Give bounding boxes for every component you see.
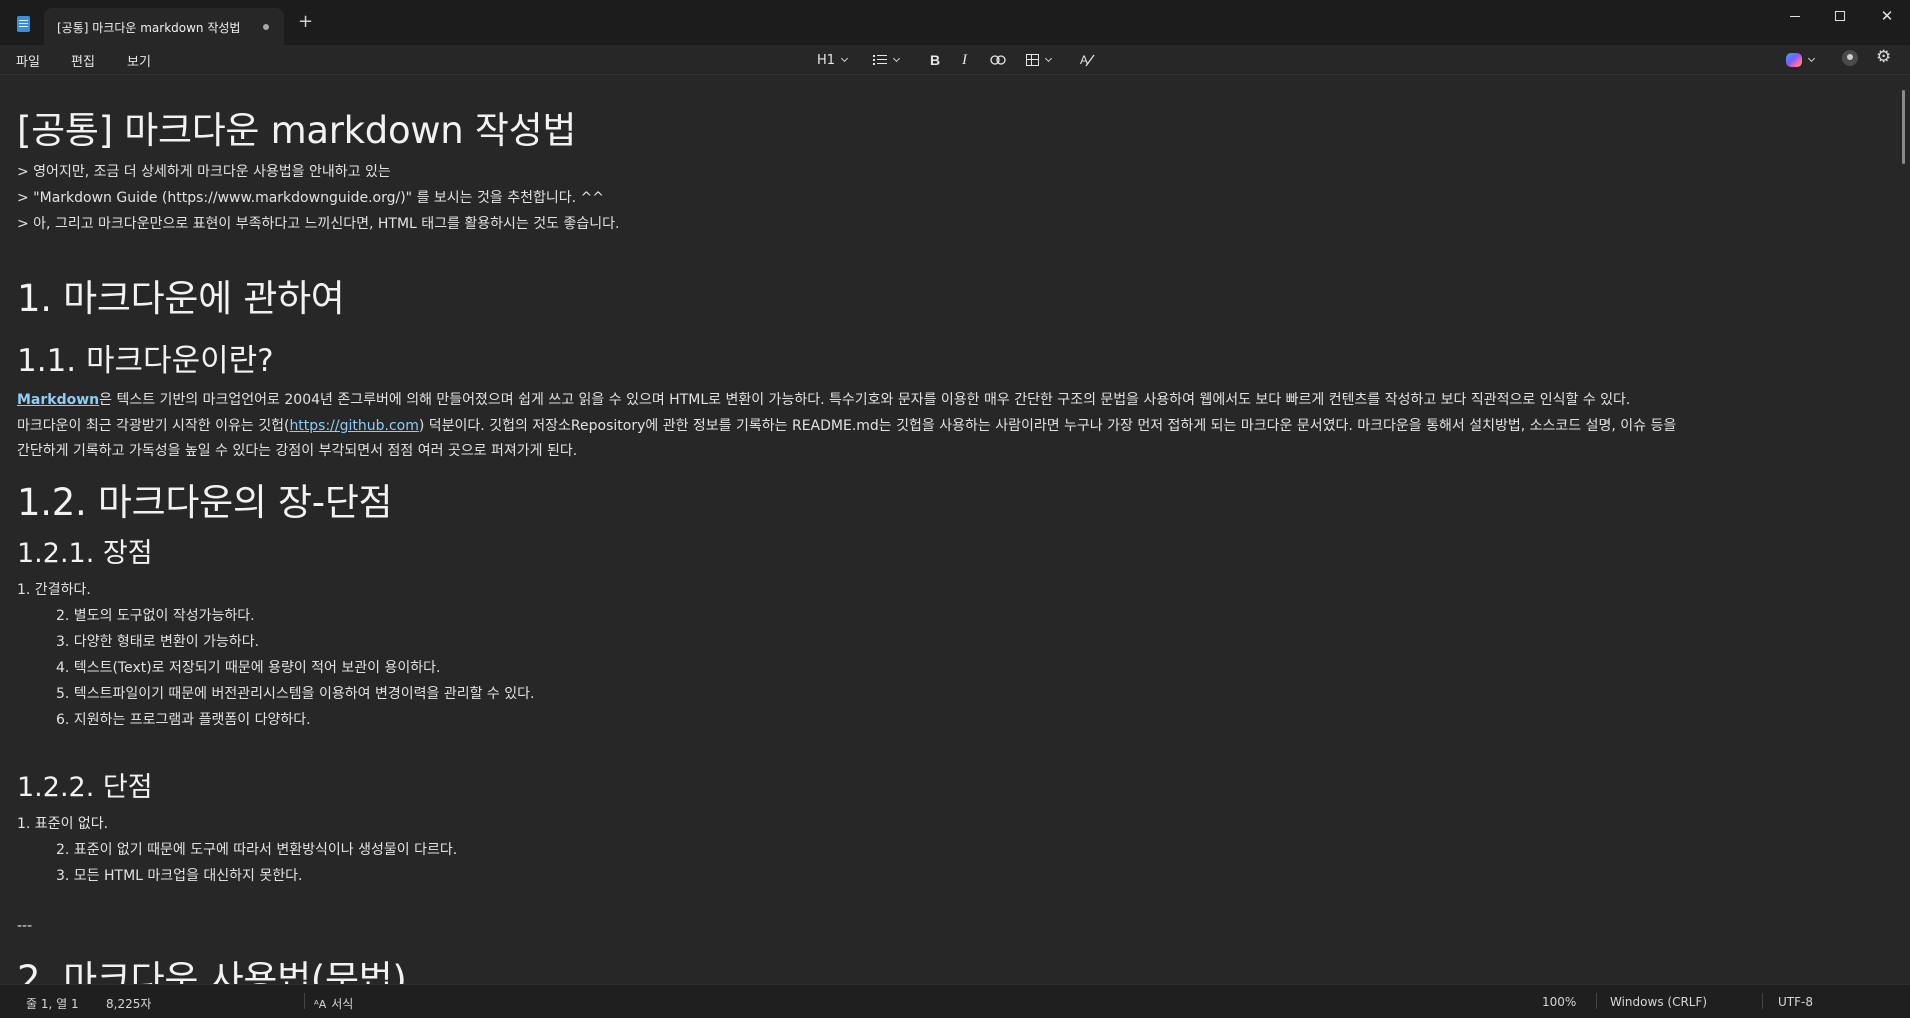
- menu-edit[interactable]: 편집: [71, 51, 95, 70]
- copilot-dropdown[interactable]: [1786, 50, 1816, 70]
- paragraph: 마크다운이 최근 각광받기 시작한 이유는 깃헙(https://github.…: [17, 415, 1676, 435]
- document-tab[interactable]: [공통] 마크다운 markdown 작성법: [44, 8, 284, 45]
- link-button[interactable]: [990, 50, 1006, 70]
- editor-area[interactable]: [공통] 마크다운 markdown 작성법 > 영어지만, 조금 더 상세하게…: [0, 76, 1898, 984]
- horizontal-rule-markdown: ---: [17, 918, 33, 934]
- heading-about: 1. 마크다운에 관하여: [17, 277, 345, 320]
- close-button[interactable]: ✕: [1864, 0, 1910, 32]
- document-title: [공통] 마크다운 markdown 작성법: [17, 109, 577, 152]
- list-item: 5. 텍스트파일이기 때문에 버전관리시스템을 이용하여 변경이력을 관리할 수…: [56, 686, 535, 702]
- new-tab-button[interactable]: +: [298, 13, 313, 31]
- list-item: 2. 표준이 없기 때문에 도구에 따라서 변환방식이나 생성물이 다르다.: [56, 842, 458, 858]
- table-icon: [1026, 54, 1039, 66]
- heading-usage: 2. 마크다운 사용법(문법): [17, 958, 407, 984]
- markdown-link[interactable]: Markdown: [17, 392, 99, 408]
- link-icon: [990, 55, 1006, 65]
- list-dropdown[interactable]: [873, 50, 901, 70]
- heading-pros: 1.2.1. 장점: [17, 538, 153, 569]
- list-item: 1. 표준이 없다.: [17, 816, 109, 832]
- paragraph-text: ) 덕분이다. 깃헙의 저장소Repository에 관한 정보를 기록하는 R…: [418, 418, 1677, 434]
- list-item: 3. 모든 HTML 마크업을 대신하지 못한다.: [56, 868, 303, 884]
- minimize-icon: [1790, 15, 1800, 17]
- gear-icon[interactable]: ⚙: [1876, 47, 1891, 67]
- github-link[interactable]: https://github.com: [289, 418, 418, 434]
- heading-cons: 1.2.2. 단점: [17, 772, 153, 803]
- copilot-icon: [1786, 53, 1802, 67]
- list-item: 3. 다양한 형태로 변환이 가능하다.: [56, 634, 260, 650]
- minimize-button[interactable]: [1772, 0, 1818, 32]
- bulleted-list-icon: [873, 55, 887, 65]
- chevron-down-icon: [841, 54, 849, 62]
- menu-file[interactable]: 파일: [16, 51, 40, 70]
- notepad-app-icon: [17, 16, 30, 32]
- blockquote-line: > 아, 그리고 마크다운만으로 표현이 부족하다고 느끼신다면, HTML 태…: [17, 216, 620, 232]
- menu-view[interactable]: 보기: [127, 51, 151, 70]
- italic-icon: I: [962, 51, 967, 68]
- format-icon: ᴬA: [314, 998, 327, 1011]
- maximize-button[interactable]: [1817, 0, 1863, 32]
- title-bar: [공통] 마크다운 markdown 작성법 + ✕: [0, 0, 1910, 45]
- chevron-down-icon: [1044, 54, 1053, 62]
- character-count: 8,225자: [106, 997, 152, 1011]
- bold-button[interactable]: B: [930, 50, 940, 70]
- clear-formatting-icon: A: [1080, 53, 1095, 67]
- format-toggle[interactable]: ᴬA 서식: [314, 995, 353, 1012]
- divider: [1762, 993, 1763, 1009]
- paragraph-text: 은 텍스트 기반의 마크업언어로 2004년 존그루버에 의해 만들어졌으며 쉽…: [99, 392, 1631, 408]
- heading-procon: 1.2. 마크다운의 장-단점: [17, 481, 393, 524]
- table-dropdown[interactable]: [1026, 50, 1053, 70]
- heading-dropdown[interactable]: H1: [817, 50, 849, 70]
- zoom-level[interactable]: 100%: [1542, 995, 1576, 1009]
- vertical-scrollbar[interactable]: [1898, 76, 1910, 984]
- maximize-icon: [1835, 11, 1845, 21]
- paragraph: 간단하게 기록하고 가독성을 높일 수 있다는 강점이 부각되면서 점점 여러 …: [17, 443, 578, 459]
- clear-formatting-button[interactable]: A: [1079, 50, 1095, 70]
- status-bar: 줄 1, 열 1 8,225자 ᴬA 서식 100% Windows (CRLF)…: [0, 984, 1910, 1018]
- paragraph-text: 마크다운이 최근 각광받기 시작한 이유는 깃헙(: [17, 418, 290, 434]
- blockquote-line: > "Markdown Guide (https://www.markdowng…: [17, 190, 604, 206]
- divider: [1596, 993, 1597, 1009]
- blockquote-line: > 영어지만, 조금 더 상세하게 마크다운 사용법을 안내하고 있는: [17, 164, 391, 180]
- chevron-down-icon: [1807, 54, 1816, 62]
- unsaved-dot-icon[interactable]: [263, 24, 269, 30]
- divider: [304, 993, 305, 1009]
- heading-what: 1.1. 마크다운이란?: [17, 343, 274, 379]
- chevron-down-icon: [892, 54, 901, 62]
- list-item: 2. 별도의 도구없이 작성가능하다.: [56, 608, 255, 624]
- line-ending[interactable]: Windows (CRLF): [1610, 995, 1707, 1009]
- cursor-position[interactable]: 줄 1, 열 1: [26, 995, 79, 1012]
- list-item: 4. 텍스트(Text)로 저장되기 때문에 용량이 적어 보관이 용이하다.: [56, 660, 441, 676]
- menu-bar: 파일 편집 보기 H1 B I A: [0, 45, 1910, 75]
- encoding[interactable]: UTF-8: [1778, 995, 1813, 1009]
- format-label: 서식: [331, 997, 354, 1011]
- account-avatar-icon[interactable]: [1842, 50, 1858, 66]
- list-item: 1. 간결하다.: [17, 582, 91, 598]
- tab-title: [공통] 마크다운 markdown 작성법: [57, 21, 241, 35]
- bold-icon: B: [930, 52, 941, 68]
- list-item: 6. 지원하는 프로그램과 플랫폼이 다양하다.: [56, 712, 311, 728]
- heading-label: H1: [817, 52, 836, 68]
- italic-button[interactable]: I: [962, 50, 967, 70]
- scrollbar-thumb[interactable]: [1902, 90, 1905, 164]
- paragraph: Markdown은 텍스트 기반의 마크업언어로 2004년 존그루버에 의해 …: [17, 389, 1630, 409]
